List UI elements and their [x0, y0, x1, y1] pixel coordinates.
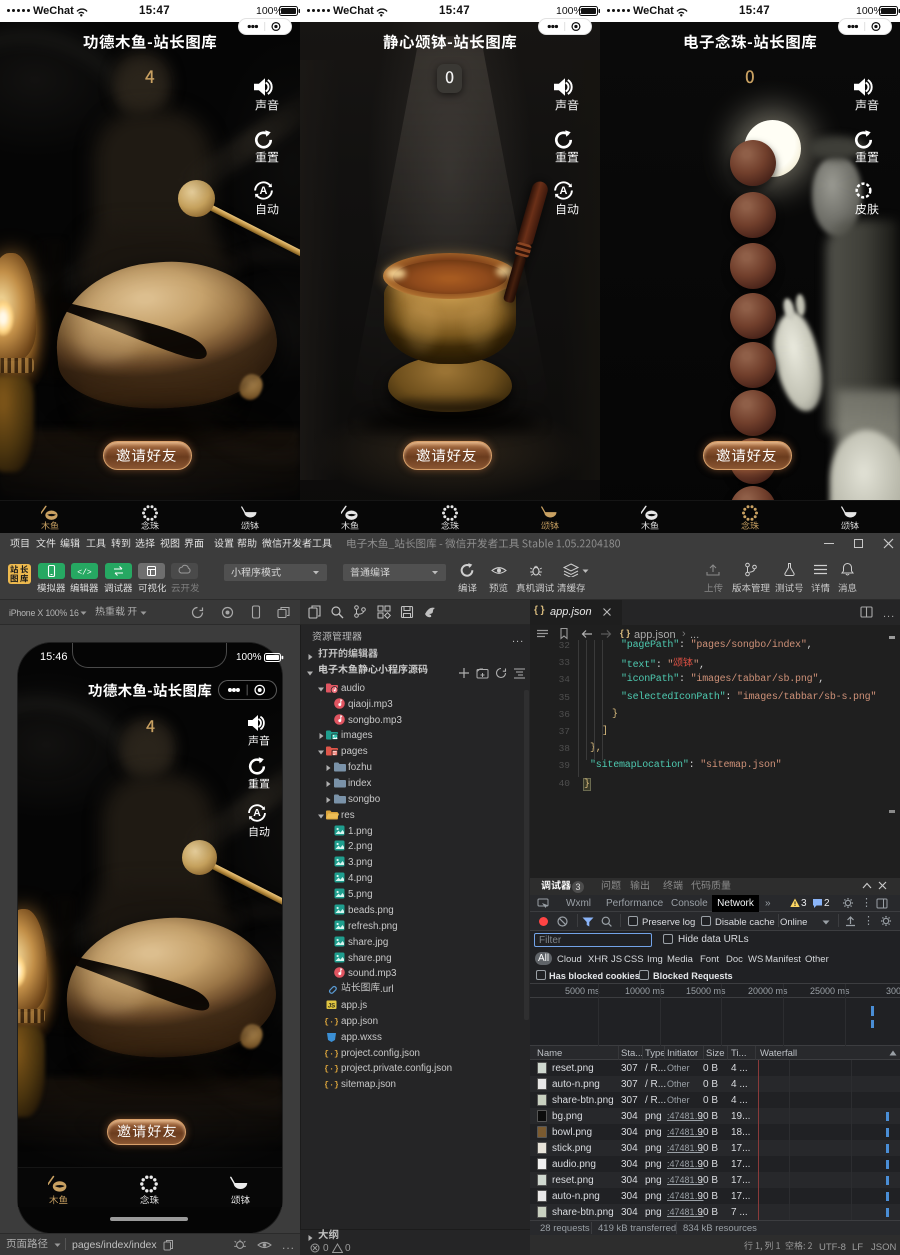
- svg-text:A: A: [560, 185, 568, 197]
- svg-text:A: A: [260, 185, 268, 197]
- svg-text:A: A: [253, 808, 261, 819]
- svg-text:{·}: {·}: [325, 1017, 338, 1027]
- svg-text:{·}: {·}: [325, 1080, 338, 1090]
- svg-text:</>: </>: [77, 569, 92, 578]
- svg-text:JS: JS: [328, 1004, 335, 1010]
- svg-text:{·}: {·}: [325, 1049, 338, 1059]
- svg-text:{·}: {·}: [325, 1064, 338, 1074]
